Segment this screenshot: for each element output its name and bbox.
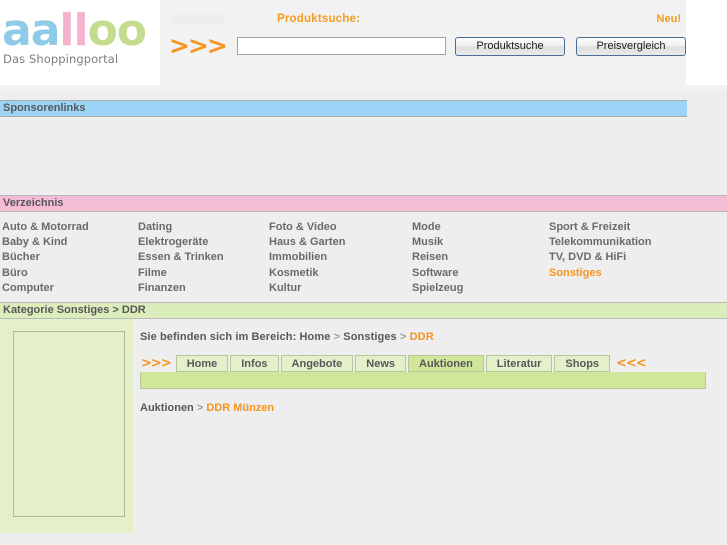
logo-wordmark: aalloo bbox=[2, 9, 147, 53]
category-link[interactable]: Telekommunikation bbox=[549, 235, 719, 250]
sub-breadcrumb-current: DDR Münzen bbox=[206, 402, 275, 415]
sub-breadcrumb-section[interactable]: Auktionen bbox=[140, 402, 194, 414]
directory-column: Auto & Motorrad Baby & Kind Bücher Büro … bbox=[0, 220, 138, 296]
category-link[interactable]: Computer bbox=[2, 281, 138, 296]
breadcrumb-current: DDR bbox=[409, 331, 434, 344]
directory-column: Dating Elektrogeräte Essen & Trinken Fil… bbox=[138, 220, 269, 296]
breadcrumb: Sie befinden sich im Bereich: Home > Son… bbox=[140, 319, 727, 343]
sub-breadcrumb-separator: > bbox=[193, 402, 207, 415]
category-link[interactable]: Kosmetik bbox=[269, 266, 412, 281]
tab-literatur[interactable]: Literatur bbox=[485, 355, 553, 373]
category-link[interactable]: TV, DVD & HiFi bbox=[549, 250, 719, 265]
directory-column: Sport & Freizeit Telekommunikation TV, D… bbox=[549, 220, 719, 296]
tab-angebote[interactable]: Angebote bbox=[280, 355, 354, 373]
logo-letters-oo: oo bbox=[87, 5, 147, 56]
header-right-spacer bbox=[686, 0, 727, 85]
sidebar-panel bbox=[13, 331, 125, 518]
directory-section: Verzeichnis Auto & Motorrad Baby & Kind … bbox=[0, 195, 727, 303]
tab-infos[interactable]: Infos bbox=[230, 355, 279, 373]
new-badge: Neu! bbox=[656, 13, 681, 25]
category-link[interactable]: Baby & Kind bbox=[2, 235, 138, 250]
logo-letters-ll: ll bbox=[59, 5, 88, 56]
product-search-button[interactable]: Produktsuche bbox=[455, 36, 565, 56]
sub-breadcrumb: Auktionen > DDR Münzen bbox=[140, 402, 727, 414]
category-link[interactable]: Auto & Motorrad bbox=[2, 220, 138, 235]
main-area: Sie befinden sich im Bereich: Home > Son… bbox=[0, 319, 727, 534]
content-column: Sie befinden sich im Bereich: Home > Son… bbox=[133, 319, 727, 534]
category-link[interactable]: Filme bbox=[138, 266, 269, 281]
category-link[interactable]: Immobilien bbox=[269, 250, 412, 265]
forward-arrows-icon: >>> bbox=[169, 31, 228, 60]
product-search-label: Produktsuche: bbox=[277, 13, 361, 25]
category-title-bar: Kategorie Sonstiges > DDR bbox=[0, 302, 727, 320]
category-link[interactable]: Kultur bbox=[269, 281, 412, 296]
header-placeholder-block bbox=[173, 14, 225, 25]
search-input[interactable] bbox=[236, 37, 446, 55]
category-link[interactable]: Spielzeug bbox=[412, 281, 549, 296]
directory-category-grid: Auto & Motorrad Baby & Kind Bücher Büro … bbox=[0, 212, 727, 303]
category-link[interactable]: Elektrogeräte bbox=[138, 235, 269, 250]
tab-auktionen[interactable]: Auktionen bbox=[408, 355, 484, 373]
directory-title-bar: Verzeichnis bbox=[0, 195, 727, 212]
tab-shops[interactable]: Shops bbox=[554, 355, 611, 373]
tab-content-panel bbox=[140, 372, 706, 390]
site-header: aalloo Das Shoppingportal Produktsuche: … bbox=[0, 0, 727, 85]
category-link[interactable]: Mode bbox=[412, 220, 549, 235]
logo-cell: aalloo Das Shoppingportal bbox=[0, 0, 160, 85]
tab-home[interactable]: Home bbox=[175, 355, 229, 373]
category-link[interactable]: Büro bbox=[2, 266, 138, 281]
directory-column: Mode Musik Reisen Software Spielzeug bbox=[412, 220, 549, 296]
category-link[interactable]: Reisen bbox=[412, 250, 549, 265]
breadcrumb-separator: > bbox=[330, 331, 344, 344]
sponsors-section: Sponsorenlinks bbox=[0, 90, 727, 195]
breadcrumb-item-sonstiges[interactable]: Sonstiges bbox=[343, 331, 396, 343]
category-link[interactable]: Foto & Video bbox=[269, 220, 412, 235]
site-logo[interactable]: aalloo Das Shoppingportal bbox=[2, 9, 147, 67]
category-link[interactable]: Sport & Freizeit bbox=[549, 220, 719, 235]
breadcrumb-prefix: Sie befinden sich im Bereich: Home bbox=[140, 331, 331, 344]
sponsors-title-bar: Sponsorenlinks bbox=[0, 100, 687, 117]
logo-letters-aa: aa bbox=[2, 5, 60, 56]
category-link[interactable]: Finanzen bbox=[138, 281, 269, 296]
breadcrumb-separator: > bbox=[396, 331, 410, 344]
category-link[interactable]: Software bbox=[412, 266, 549, 281]
directory-column: Foto & Video Haus & Garten Immobilien Ko… bbox=[269, 220, 412, 296]
category-link[interactable]: Essen & Trinken bbox=[138, 250, 269, 265]
category-link[interactable]: Haus & Garten bbox=[269, 235, 412, 250]
sponsors-body bbox=[0, 117, 727, 195]
category-link[interactable]: Musik bbox=[412, 235, 549, 250]
search-row: >>> Produktsuche Preisvergleich bbox=[169, 33, 686, 59]
tab-news[interactable]: News bbox=[355, 355, 407, 373]
tabs-forward-arrows-icon[interactable]: >>> bbox=[140, 355, 176, 372]
tabs-back-arrows-icon[interactable]: <<< bbox=[612, 355, 647, 372]
header-search-area: Produktsuche: Neu! >>> Produktsuche Prei… bbox=[160, 0, 686, 85]
tab-bar: >>> Home Infos Angebote News Auktionen L… bbox=[140, 353, 727, 373]
left-sidebar bbox=[0, 319, 133, 534]
category-link[interactable]: Bücher bbox=[2, 250, 138, 265]
price-compare-button[interactable]: Preisvergleich bbox=[576, 36, 686, 56]
category-link-sonstiges[interactable]: Sonstiges bbox=[549, 266, 719, 281]
category-link[interactable]: Dating bbox=[138, 220, 269, 235]
